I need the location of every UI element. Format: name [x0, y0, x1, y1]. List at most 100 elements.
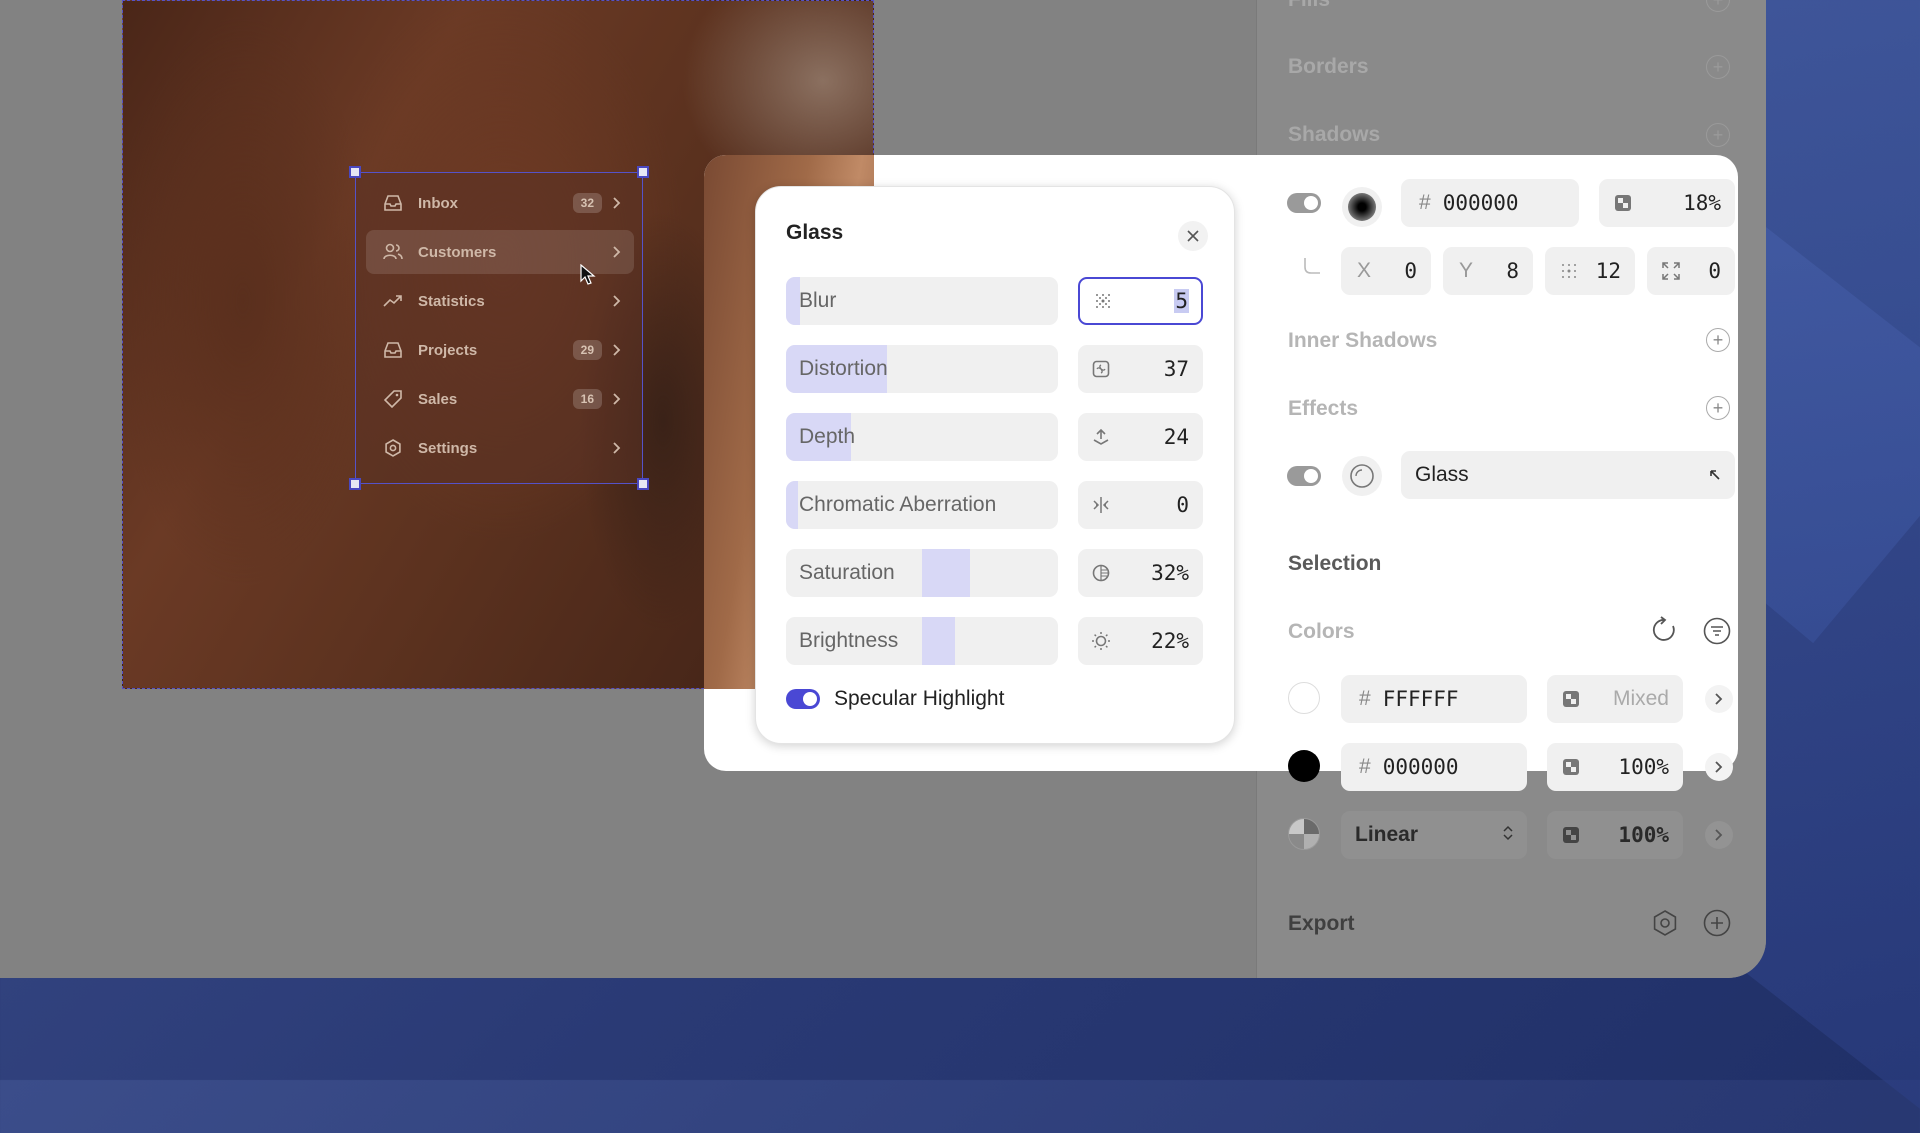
nav-menu-frame[interactable]: Inbox 32 Customers Statistics Projects 2… [349, 166, 649, 490]
depth-icon [1090, 426, 1112, 448]
brightness-input[interactable]: 22% [1078, 617, 1203, 665]
glass-effect-icon[interactable] [1342, 456, 1382, 496]
color-opacity-value: 100% [1618, 823, 1669, 847]
color-expand-button[interactable] [1705, 821, 1733, 849]
blur-icon [1092, 290, 1114, 312]
shadow-opacity-field[interactable]: 18% [1599, 179, 1735, 227]
expand-icon [1661, 261, 1681, 281]
effect-enable-toggle[interactable] [1287, 466, 1321, 486]
blur-slider[interactable]: Blur [786, 277, 1058, 325]
section-colors-title: Colors [1288, 620, 1355, 643]
color-opacity-field[interactable]: Mixed [1547, 675, 1683, 723]
chevron-right-icon [610, 344, 624, 356]
shadow-spread-value: 0 [1708, 259, 1721, 283]
opacity-icon [1613, 193, 1633, 213]
color-hex-value: FFFFFF [1382, 687, 1459, 711]
resize-handle[interactable] [637, 166, 649, 178]
color-expand-button[interactable] [1705, 753, 1733, 781]
inbox-icon [382, 339, 404, 361]
chromatic-aberration-slider[interactable]: Chromatic Aberration [786, 481, 1058, 529]
chevron-right-icon [610, 393, 624, 405]
color-opacity-field[interactable]: 100% [1547, 743, 1683, 791]
shadow-blur-field[interactable]: 12 [1545, 247, 1635, 295]
nav-label: Customers [418, 243, 497, 261]
add-shadow-button[interactable]: + [1706, 123, 1730, 147]
nav-item-projects[interactable]: Projects 29 [366, 328, 634, 372]
toggle-label: Specular Highlight [834, 687, 1005, 710]
input-value: 5 [1174, 289, 1189, 313]
app-window: Inbox 32 Customers Statistics Projects 2… [0, 0, 1766, 978]
slider-label: Chromatic Aberration [799, 493, 997, 516]
slider-label: Brightness [799, 629, 899, 652]
add-border-button[interactable]: + [1706, 55, 1730, 79]
chevron-right-icon [610, 295, 624, 307]
corner-link-icon [1303, 257, 1321, 280]
depth-slider[interactable]: Depth [786, 413, 1058, 461]
shadow-y-field[interactable]: Y 8 [1443, 247, 1533, 295]
color-swatch-white[interactable] [1288, 682, 1320, 714]
shadow-enable-toggle[interactable] [1287, 193, 1321, 213]
chevron-right-icon [1715, 829, 1723, 841]
filter-list-icon[interactable] [1703, 617, 1731, 650]
effect-type-field[interactable]: Glass [1401, 451, 1735, 499]
color-opacity-field[interactable]: 100% [1547, 811, 1683, 859]
nav-label: Projects [418, 341, 478, 359]
refresh-icon[interactable] [1651, 616, 1679, 649]
count-badge: 32 [572, 193, 602, 213]
color-hex-field[interactable]: # 000000 [1341, 743, 1527, 791]
chevron-right-icon [610, 246, 624, 258]
resize-handle[interactable] [637, 478, 649, 490]
saturation-slider[interactable]: Saturation [786, 549, 1058, 597]
color-swatch-black[interactable] [1288, 750, 1320, 782]
trend-icon [382, 290, 404, 312]
gradient-swatch[interactable] [1288, 818, 1320, 850]
slider-label: Distortion [799, 357, 888, 380]
distortion-slider[interactable]: Distortion [786, 345, 1058, 393]
nav-item-sales[interactable]: Sales 16 [366, 377, 634, 421]
shadow-color-swatch[interactable] [1342, 187, 1382, 227]
distortion-icon [1090, 358, 1112, 380]
shadow-spread-field[interactable]: 0 [1647, 247, 1735, 295]
color-expand-button[interactable] [1705, 685, 1733, 713]
blur-input[interactable]: 5 [1078, 277, 1203, 325]
nav-label: Statistics [418, 292, 485, 310]
opacity-icon [1561, 757, 1581, 777]
chromatic-icon [1090, 494, 1112, 516]
effect-name: Glass [1415, 463, 1469, 486]
count-badge: 29 [572, 340, 602, 360]
slider-label: Depth [799, 425, 856, 448]
depth-input[interactable]: 24 [1078, 413, 1203, 461]
close-button[interactable] [1178, 221, 1208, 251]
saturation-input[interactable]: 32% [1078, 549, 1203, 597]
resize-handle[interactable] [349, 166, 361, 178]
nav-item-inbox[interactable]: Inbox 32 [366, 181, 634, 225]
specular-highlight-toggle[interactable] [786, 689, 820, 709]
add-inner-shadow-button[interactable]: + [1706, 328, 1730, 352]
shadow-color-field[interactable]: # 000000 [1401, 179, 1579, 227]
blur-icon [1559, 261, 1579, 281]
nav-item-settings[interactable]: Settings [366, 426, 634, 470]
hash-symbol: # [1359, 755, 1371, 778]
specular-highlight-row: Specular Highlight [786, 687, 1004, 711]
slider-fill [922, 617, 955, 665]
input-value: 32% [1151, 561, 1189, 585]
color-hex-field[interactable]: # FFFFFF [1341, 675, 1527, 723]
axis-label: Y [1459, 259, 1474, 282]
add-effect-button[interactable]: + [1706, 396, 1730, 420]
brightness-slider[interactable]: Brightness [786, 617, 1058, 665]
resize-handle[interactable] [349, 478, 361, 490]
glass-dialog: Glass Blur 5 Distortion 37 Depth 24 Chro… [755, 186, 1235, 744]
export-settings-icon[interactable] [1651, 909, 1679, 942]
shadow-color-value: 000000 [1442, 191, 1519, 215]
add-export-button[interactable] [1703, 909, 1731, 942]
shadow-x-value: 0 [1404, 259, 1417, 283]
nav-label: Settings [418, 439, 478, 457]
distortion-input[interactable]: 37 [1078, 345, 1203, 393]
chevron-right-icon [1715, 761, 1723, 773]
shadow-x-field[interactable]: X 0 [1341, 247, 1431, 295]
section-shadows-title: Shadows [1288, 123, 1381, 146]
saturation-icon [1090, 562, 1112, 584]
chromatic-aberration-input[interactable]: 0 [1078, 481, 1203, 529]
gradient-type-select[interactable]: Linear [1341, 811, 1527, 859]
brightness-icon [1090, 630, 1112, 652]
